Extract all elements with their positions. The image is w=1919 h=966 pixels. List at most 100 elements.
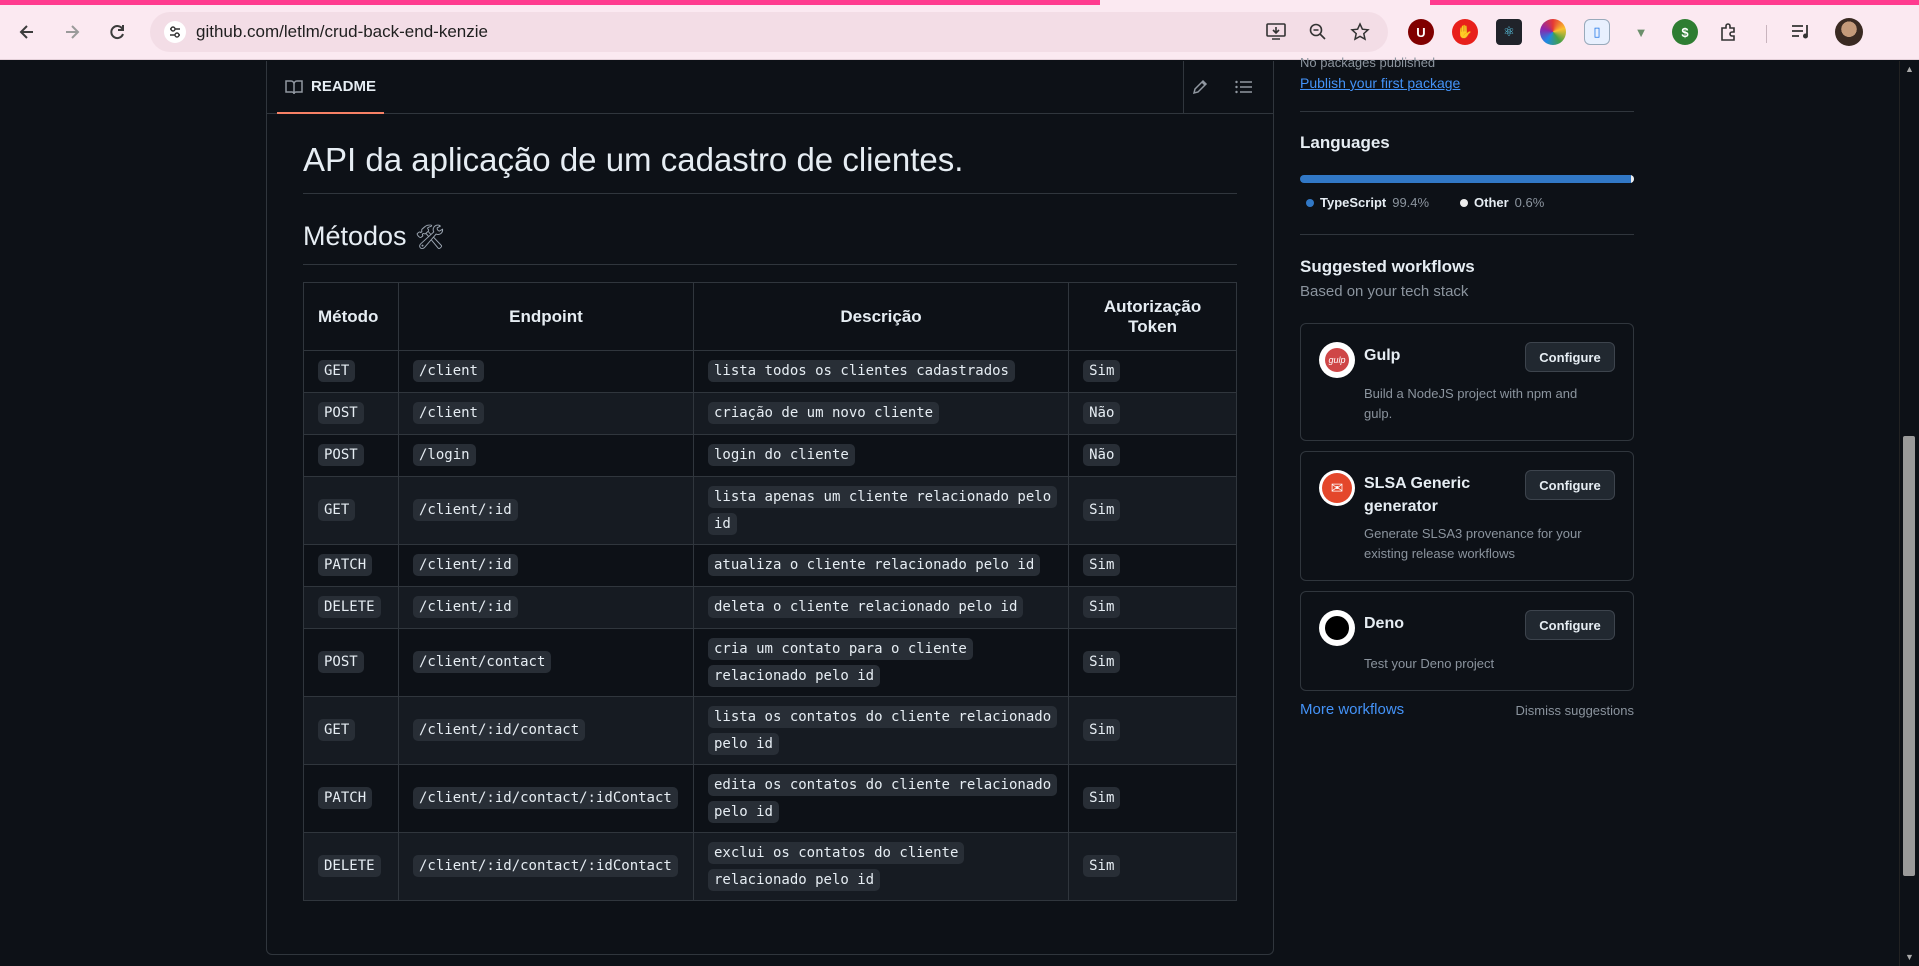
install-app-icon[interactable] (1264, 20, 1288, 44)
table-row: GET/client/:id lista apenas um cliente re… (303, 476, 1237, 545)
auth-code: Sim (1083, 499, 1121, 521)
table-row: GET/client lista todos os clientes cadast… (303, 350, 1237, 393)
language-typescript[interactable]: TypeScript 99.4% (1306, 195, 1429, 210)
react-devtools-icon[interactable]: ⚛ (1496, 19, 1522, 45)
auth-cell: Sim (1068, 832, 1237, 901)
extensions-icon[interactable] (1716, 19, 1742, 45)
scroll-up-arrow-icon[interactable]: ▲ (1905, 64, 1914, 74)
endpoint-code: /client/:id/contact (412, 719, 586, 741)
tools-emoji-icon: 🛠 (414, 224, 446, 251)
workflow-name: Gulp (1364, 347, 1401, 364)
table-row: DELETE/client/:id/contact/:idContact excl… (303, 832, 1237, 901)
arrow-right-icon (66, 25, 80, 39)
readme-tab[interactable]: README (277, 61, 384, 114)
vue-icon[interactable]: ▼ (1628, 19, 1654, 45)
readme-title: API da aplicação de um cadastro de clien… (303, 141, 1237, 194)
reload-button[interactable] (100, 15, 134, 49)
more-workflows-link[interactable]: More workflows (1300, 701, 1404, 718)
profile-avatar[interactable] (1835, 18, 1863, 46)
auth-cell: Sim (1068, 764, 1237, 833)
workflow-name: SLSA Generic generator (1364, 475, 1471, 515)
outline-button[interactable] (1234, 77, 1254, 97)
header-description: Descrição (692, 282, 1070, 351)
method-code: DELETE (318, 855, 381, 877)
description-code: deleta o cliente relacionado pelo id (707, 596, 1024, 618)
endpoint-code: /client/:id (412, 596, 518, 618)
auth-code: Não (1083, 444, 1121, 466)
scroll-down-arrow-icon[interactable]: ▼ (1905, 952, 1914, 962)
method-cell: GET (303, 696, 399, 765)
sidebar-divider (1300, 234, 1634, 235)
configure-button[interactable]: Configure (1525, 610, 1615, 640)
dismiss-suggestions-link[interactable]: Dismiss suggestions (1516, 703, 1635, 718)
workflow-card-deno: Deno Test your Deno project Configure (1300, 591, 1634, 691)
endpoint-cell: /client/:id (397, 476, 694, 545)
language-name: TypeScript (1320, 195, 1387, 210)
auth-cell: Sim (1068, 696, 1237, 765)
endpoint-cell: /client/:id (397, 544, 694, 587)
clipboard-icon[interactable]: ▯ (1584, 19, 1610, 45)
description-code: login do cliente (707, 444, 855, 466)
methods-heading-text: Métodos (303, 221, 407, 251)
site-settings-icon[interactable] (164, 21, 186, 43)
table-row: POST/client/contact cria um contato para … (303, 628, 1237, 697)
endpoint-cell: /client/contact (397, 628, 694, 697)
endpoint-cell: /client/:id/contact (397, 696, 694, 765)
description-cell: lista apenas um cliente relacionado pelo… (692, 476, 1070, 545)
endpoint-cell: /client (397, 392, 694, 435)
configure-button[interactable]: Configure (1525, 342, 1615, 372)
method-cell: PATCH (303, 764, 399, 833)
url-text[interactable]: github.com/letlm/crud-back-end-kenzie (196, 22, 488, 42)
description-cell: exclui os contatos do cliente relacionad… (692, 832, 1070, 901)
description-code: criação de um novo cliente (707, 402, 940, 424)
header-auth-token: Autorização Token (1068, 282, 1237, 351)
auth-code: Sim (1083, 719, 1121, 741)
method-cell: GET (303, 350, 399, 393)
scrollbar-thumb[interactable] (1903, 436, 1915, 876)
forward-button[interactable] (55, 15, 89, 49)
media-controls-icon[interactable] (1788, 19, 1814, 45)
auth-cell: Sim (1068, 544, 1237, 587)
slsa-icon: ✉ (1319, 470, 1355, 506)
description-cell: atualiza o cliente relacionado pelo id (692, 544, 1070, 587)
bookmark-star-icon[interactable] (1348, 20, 1372, 44)
address-bar[interactable]: github.com/letlm/crud-back-end-kenzie (150, 12, 1388, 52)
edit-file-button[interactable] (1190, 77, 1210, 97)
sidebar-divider (1300, 111, 1634, 112)
description-cell: lista todos os clientes cadastrados (692, 350, 1070, 393)
table-row: GET/client/:id/contact lista os contatos … (303, 696, 1237, 765)
language-bar (1300, 175, 1634, 183)
description-code: edita os contatos do cliente relacionado… (707, 773, 1058, 823)
back-button[interactable] (10, 15, 44, 49)
description-cell: cria um contato para o cliente relaciona… (692, 628, 1070, 697)
description-code: exclui os contatos do cliente relacionad… (707, 841, 965, 891)
list-icon (1235, 80, 1252, 94)
readme-toolbar (1183, 61, 1273, 114)
workflow-desc: Test your Deno project (1364, 656, 1495, 671)
readme-panel: README API da aplicação de um cadastro d… (266, 61, 1274, 955)
adblock-icon[interactable]: ✋ (1452, 19, 1478, 45)
endpoint-code: /client/contact (412, 651, 552, 673)
description-cell: lista os contatos do cliente relacionado… (692, 696, 1070, 765)
table-header-row: Método Endpoint Descrição Autorização To… (303, 282, 1237, 351)
table-row: PATCH/client/:id atualiza o cliente relac… (303, 544, 1237, 587)
book-icon (285, 79, 303, 94)
auth-code: Sim (1083, 360, 1121, 382)
auth-code: Não (1083, 402, 1121, 424)
table-row: POST/login login do cliente Não (303, 434, 1237, 477)
configure-button[interactable]: Configure (1525, 470, 1615, 500)
dollar-icon[interactable]: $ (1672, 19, 1698, 45)
method-code: DELETE (318, 596, 381, 618)
language-bar-other (1631, 175, 1634, 183)
color-picker-icon[interactable] (1540, 19, 1566, 45)
description-code: cria um contato para o cliente relaciona… (707, 637, 973, 687)
publish-package-link[interactable]: Publish your first package (1300, 75, 1460, 91)
method-code: PATCH (318, 554, 373, 576)
language-other[interactable]: Other 0.6% (1460, 195, 1544, 210)
ublock-icon[interactable]: U (1408, 19, 1434, 45)
endpoint-code: /client/:id/contact/:idContact (412, 855, 678, 877)
zoom-icon[interactable] (1306, 20, 1330, 44)
endpoint-cell: /client (397, 350, 694, 393)
deno-icon (1319, 610, 1355, 646)
table-row: DELETE/client/:id deleta o cliente relaci… (303, 586, 1237, 629)
